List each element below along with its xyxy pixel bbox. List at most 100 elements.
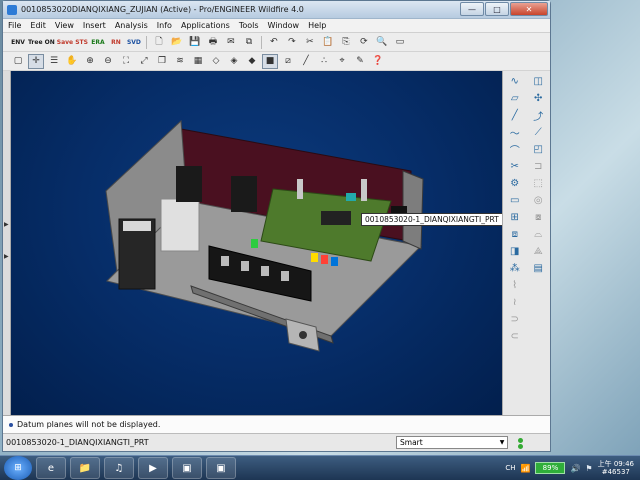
cut-icon[interactable]: ✂ — [302, 35, 318, 50]
tree-on-button[interactable]: Tree ON — [28, 35, 55, 50]
datum-points-icon[interactable]: ∴ — [316, 54, 332, 69]
clock[interactable]: 上午 09:46 #46537 — [598, 460, 634, 476]
print-icon[interactable]: 🖶 — [205, 35, 221, 50]
spline-icon[interactable]: 〜 — [506, 125, 524, 140]
pan-icon[interactable]: ✋ — [64, 54, 80, 69]
close-button[interactable]: ✕ — [510, 2, 548, 16]
volume-icon[interactable]: 🔊 — [570, 464, 580, 473]
regenerate-icon[interactable]: ⟳ — [356, 35, 372, 50]
menu-view[interactable]: View — [55, 21, 74, 30]
menu-analysis[interactable]: Analysis — [115, 21, 148, 30]
revolve-icon[interactable]: ◎ — [529, 193, 547, 208]
table-icon[interactable]: ▤ — [529, 261, 547, 276]
point-icon[interactable]: ⤴ — [529, 108, 547, 123]
save-icon[interactable]: 💾 — [187, 35, 203, 50]
svd-button[interactable]: SVD — [126, 35, 142, 50]
help-context-icon[interactable]: ❓ — [370, 54, 386, 69]
wireframe-icon[interactable]: ◇ — [208, 54, 224, 69]
sketch-icon[interactable]: ▱ — [506, 91, 524, 106]
extrude-icon[interactable]: ⬚ — [529, 176, 547, 191]
ie-icon[interactable]: e — [36, 457, 66, 479]
insert-icon[interactable]: ⊞ — [506, 210, 524, 225]
network-icon[interactable]: 📶 — [520, 464, 530, 473]
annotations-icon[interactable]: ✎ — [352, 54, 368, 69]
player-icon[interactable]: ▶ — [138, 457, 168, 479]
layers-icon[interactable]: ≋ — [172, 54, 188, 69]
component-icon[interactable]: ▭ — [506, 193, 524, 208]
harness-icon[interactable]: ⊃ — [506, 312, 524, 327]
expand-arrow-icon[interactable]: ▶ — [4, 253, 9, 260]
zoom-in-icon[interactable]: ⊕ — [82, 54, 98, 69]
maximize-button[interactable]: □ — [485, 2, 509, 16]
find-icon[interactable]: 🔍 — [374, 35, 390, 50]
media-icon[interactable]: ♫ — [104, 457, 134, 479]
fastener-icon[interactable]: ⚙ — [506, 176, 524, 191]
reorient-icon[interactable]: ⤢ — [136, 54, 152, 69]
wire-icon[interactable]: ⊂ — [506, 329, 524, 344]
language-indicator[interactable]: CH — [505, 464, 515, 472]
refit-icon[interactable]: ⛶ — [118, 54, 134, 69]
chamfer-icon[interactable]: ⟁ — [529, 244, 547, 259]
selection-filter-dropdown[interactable]: Smart ▼ — [396, 436, 508, 449]
menu-tools[interactable]: Tools — [239, 21, 259, 30]
menu-insert[interactable]: Insert — [83, 21, 106, 30]
datum-axes-icon[interactable]: ╱ — [298, 54, 314, 69]
undo-icon[interactable]: ↶ — [266, 35, 282, 50]
pattern-icon[interactable]: ⁂ — [506, 261, 524, 276]
spin-center-icon[interactable]: ✛ — [28, 53, 44, 69]
menu-edit[interactable]: Edit — [30, 21, 46, 30]
arc-icon[interactable]: ⌒ — [506, 142, 524, 157]
minimize-button[interactable]: — — [460, 2, 484, 16]
proe-icon[interactable]: ▣ — [172, 457, 202, 479]
axis-icon[interactable]: ✣ — [529, 91, 547, 106]
orient-icon[interactable]: ☰ — [46, 54, 62, 69]
select-box-icon[interactable]: ▭ — [392, 35, 408, 50]
view-manager-icon[interactable]: ▦ — [190, 54, 206, 69]
title-bar[interactable]: 0010853020DIANQIXIANG_ZUJIAN (Active) - … — [3, 1, 550, 19]
coord-sys-icon[interactable]: ⌖ — [334, 54, 350, 69]
expand-arrow-icon[interactable]: ▶ — [4, 221, 9, 228]
flag-icon[interactable]: ⚑ — [585, 464, 592, 473]
menu-file[interactable]: File — [8, 21, 21, 30]
plane-icon[interactable]: ◫ — [529, 74, 547, 89]
battery-indicator[interactable]: 89% — [535, 462, 566, 474]
datum-analysis-icon[interactable]: ◰ — [529, 142, 547, 157]
env-button[interactable]: ENV — [10, 35, 26, 50]
sketch-tool-icon[interactable]: ⊐ — [529, 159, 547, 174]
new-icon[interactable]: 🗋 — [151, 35, 167, 50]
cable-icon[interactable]: ⌇ — [506, 278, 524, 293]
csys-icon[interactable]: ⟋ — [529, 125, 547, 140]
repaint-icon[interactable]: ▢ — [10, 54, 26, 69]
datum-planes-icon[interactable]: ⧄ — [280, 54, 296, 69]
paste-icon[interactable]: 📋 — [320, 35, 336, 50]
start-button[interactable]: ⊞ — [4, 456, 32, 480]
explorer-icon[interactable]: 📁 — [70, 457, 100, 479]
menu-info[interactable]: Info — [157, 21, 172, 30]
proe2-icon[interactable]: ▣ — [206, 457, 236, 479]
spring-icon[interactable]: ≀ — [506, 295, 524, 310]
open-icon[interactable]: 📂 — [169, 35, 185, 50]
rn-button[interactable]: RN — [108, 35, 124, 50]
assembly-icon[interactable]: ◨ — [506, 244, 524, 259]
regeneration-status-icon[interactable] — [516, 437, 524, 449]
menu-window[interactable]: Window — [268, 21, 300, 30]
hidden-line-icon[interactable]: ◈ — [226, 54, 242, 69]
datum-curve-icon[interactable]: ∿ — [506, 74, 524, 89]
menu-applications[interactable]: Applications — [181, 21, 230, 30]
save-sts-button[interactable]: Save STS — [57, 35, 88, 50]
no-hidden-icon[interactable]: ◆ — [244, 54, 260, 69]
saved-views-icon[interactable]: ❐ — [154, 54, 170, 69]
graphics-viewport[interactable]: 0010853020-1_DIANQIXIANGTI_PRT — [11, 71, 502, 415]
menu-help[interactable]: Help — [308, 21, 326, 30]
era-button[interactable]: ERA — [90, 35, 106, 50]
email-icon[interactable]: ✉ — [223, 35, 239, 50]
redo-icon[interactable]: ↷ — [284, 35, 300, 50]
round-icon[interactable]: ⌓ — [529, 227, 547, 242]
mirror-icon[interactable]: ⧈ — [506, 227, 524, 242]
chevron-down-icon[interactable]: ▼ — [497, 439, 507, 446]
shading-icon[interactable]: ■ — [262, 53, 278, 69]
paste-special-icon[interactable]: ⎘ — [338, 35, 354, 50]
navigator-collapse-strip[interactable]: ▶ ▶ — [3, 71, 11, 415]
blend-icon[interactable]: ⧇ — [529, 210, 547, 225]
trim-icon[interactable]: ✂ — [506, 159, 524, 174]
